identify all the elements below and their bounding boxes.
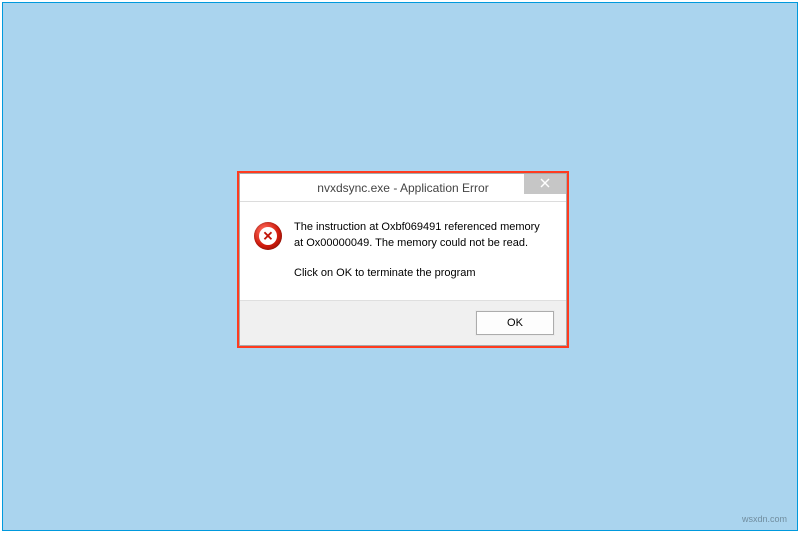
message-line-2: Click on OK to terminate the program [294,266,550,282]
close-icon [540,178,550,190]
message-line-1: The instruction at Oxbf069491 referenced… [294,220,550,252]
dialog-titlebar: nvxdsync.exe - Application Error [240,174,566,202]
close-button[interactable] [524,174,566,194]
error-icon: ✕ [254,222,282,250]
desktop-background: nvxdsync.exe - Application Error ✕ [2,2,798,531]
dialog-title: nvxdsync.exe - Application Error [240,181,566,195]
dialog-highlight-frame: nvxdsync.exe - Application Error ✕ [237,171,569,348]
dialog-button-row: OK [240,300,566,345]
dialog-body: ✕ The instruction at Oxbf069491 referenc… [240,202,566,300]
watermark: wsxdn.com [742,514,787,524]
error-dialog: nvxdsync.exe - Application Error ✕ [239,173,567,346]
dialog-message: The instruction at Oxbf069491 referenced… [294,220,550,286]
ok-button[interactable]: OK [476,311,554,335]
